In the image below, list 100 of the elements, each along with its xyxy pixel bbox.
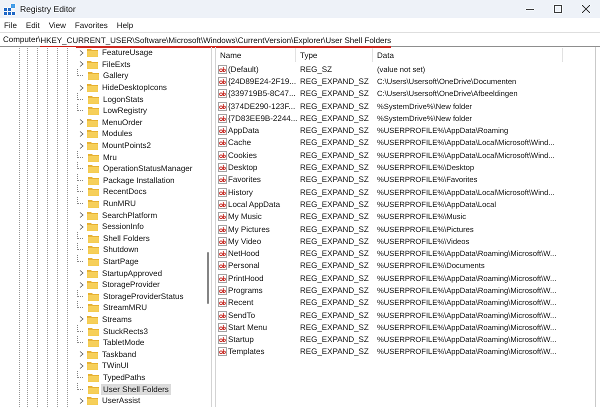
- tree-item[interactable]: FeatureUsage: [100, 47, 155, 58]
- tree-item[interactable]: StorageProviderStatus: [101, 290, 186, 302]
- tree-item[interactable]: FileExts: [100, 58, 132, 70]
- folder-icon: [88, 176, 99, 185]
- table-cell-text: REG_EXPAND_SZ: [299, 274, 370, 283]
- column-header[interactable]: Data: [373, 48, 563, 62]
- menu-item[interactable]: Favorites: [74, 20, 108, 30]
- table-cell: Local AppData: [228, 200, 280, 209]
- table-cell: Favorites: [228, 175, 261, 184]
- tree-item[interactable]: TWinUI: [100, 360, 131, 372]
- table-cell: {24D89E24-2F19...: [228, 76, 296, 86]
- folder-icon: [88, 303, 99, 312]
- chevron-right-icon[interactable]: [77, 351, 85, 358]
- chevron-right-icon[interactable]: [77, 84, 85, 91]
- table-cell-text: REG_SZ: [299, 64, 334, 74]
- tree-item[interactable]: StreamMRU: [101, 302, 150, 314]
- tree-item[interactable]: Shell Folders: [101, 232, 152, 244]
- close-icon[interactable]: [582, 5, 590, 13]
- string-value-icon: [218, 89, 227, 98]
- tree-item[interactable]: Package Installation: [101, 174, 177, 186]
- tree-item[interactable]: TypedPaths: [101, 372, 148, 383]
- string-value-icon: [218, 335, 227, 344]
- tree-item[interactable]: Taskband: [100, 348, 138, 360]
- tree-item[interactable]: OperationStatusManager: [101, 163, 194, 174]
- tree-item[interactable]: RecentDocs: [101, 186, 149, 198]
- folder-icon: [87, 48, 98, 58]
- string-value-icon: [218, 150, 227, 160]
- tree-item[interactable]: StartPage: [101, 256, 141, 267]
- string-value-icon: [218, 138, 227, 148]
- menu-item[interactable]: View: [48, 20, 66, 30]
- string-value-icon: [218, 249, 227, 258]
- chevron-right-icon[interactable]: [77, 50, 85, 56]
- table-cell-text: REG_EXPAND_SZ: [299, 261, 370, 270]
- string-value-icon: [218, 286, 227, 295]
- address-bar[interactable]: Computer\HKEY_CURRENT_USER\Software\Microsoft\Windows\CurrentVersion\Explorer\User Shell Folders: [0, 32, 600, 47]
- folder-icon: [87, 60, 98, 69]
- string-value-icon: [218, 298, 227, 308]
- table-cell-text: REG_EXPAND_SZ: [299, 249, 370, 258]
- string-value-icon: [218, 163, 227, 172]
- chevron-right-icon[interactable]: [77, 224, 85, 230]
- tree-item[interactable]: RunMRU: [101, 198, 138, 210]
- tree-item[interactable]: MountPoints2: [100, 140, 153, 152]
- tree-item[interactable]: Modules: [100, 128, 134, 140]
- chevron-right-icon[interactable]: [77, 282, 85, 288]
- menu-item[interactable]: File: [4, 20, 17, 30]
- tree-item[interactable]: UserAssist: [100, 395, 142, 406]
- folder-icon: [88, 106, 99, 116]
- tree-item[interactable]: StuckRects3: [101, 326, 150, 337]
- chevron-right-icon[interactable]: [77, 316, 85, 322]
- folder-icon: [87, 314, 98, 324]
- tree-item[interactable]: SearchPlatform: [100, 210, 160, 221]
- table-cell-text: REG_EXPAND_SZ: [299, 138, 370, 148]
- tree-item[interactable]: StartupApproved: [100, 268, 164, 279]
- chevron-right-icon[interactable]: [77, 362, 85, 369]
- tree-item[interactable]: TabletMode: [101, 337, 146, 348]
- column-header[interactable]: Name: [216, 48, 296, 62]
- table-cell: Cache: [228, 138, 252, 148]
- tree-item[interactable]: Shutdown: [101, 244, 141, 256]
- table-cell: Cookies: [228, 150, 257, 160]
- table-cell-text: REG_EXPAND_SZ: [299, 298, 370, 308]
- folder-icon: [87, 396, 98, 406]
- chevron-right-icon[interactable]: [77, 142, 85, 149]
- folder-icon: [88, 152, 99, 162]
- table-cell-text: REG_EXPAND_SZ: [299, 76, 370, 86]
- string-value-icon: [218, 310, 227, 320]
- chevron-right-icon[interactable]: [77, 212, 85, 218]
- tree-item[interactable]: LogonStats: [101, 94, 146, 105]
- folder-icon: [87, 83, 98, 92]
- chevron-right-icon[interactable]: [77, 398, 85, 404]
- chevron-right-icon[interactable]: [77, 61, 85, 68]
- maximize-icon[interactable]: [554, 5, 562, 13]
- string-value-icon: [218, 236, 227, 246]
- string-value-icon: [218, 212, 227, 222]
- tree-item[interactable]: Mru: [101, 152, 119, 163]
- string-value-icon: [218, 224, 227, 234]
- tree-item[interactable]: Gallery: [101, 70, 130, 82]
- menu-item[interactable]: Edit: [26, 20, 40, 30]
- tree-item[interactable]: StorageProvider: [100, 279, 162, 290]
- string-value-icon: [218, 126, 227, 136]
- string-value-icon: [218, 274, 227, 283]
- tree-item[interactable]: LowRegistry: [101, 105, 150, 116]
- table-cell: My Pictures: [228, 224, 270, 234]
- table-cell: {339719B5-8C47...: [228, 89, 296, 98]
- column-header[interactable]: Type: [296, 48, 373, 62]
- table-cell-text: REG_EXPAND_SZ: [299, 150, 370, 160]
- scrollbar-thumb[interactable]: [207, 252, 209, 304]
- tree-item[interactable]: User Shell Folders: [101, 384, 171, 395]
- chevron-right-icon[interactable]: [77, 119, 85, 126]
- chevron-right-icon[interactable]: [77, 130, 85, 137]
- tree-item[interactable]: SessionInfo: [100, 221, 146, 232]
- tree-item[interactable]: HideDesktopIcons: [100, 82, 169, 94]
- table-cell-text: REG_EXPAND_SZ: [299, 212, 370, 222]
- chevron-right-icon[interactable]: [77, 270, 85, 276]
- tree-item[interactable]: MenuOrder: [100, 116, 144, 128]
- table-cell-text: REG_EXPAND_SZ: [299, 286, 370, 295]
- menu-item[interactable]: Help: [116, 20, 134, 30]
- tree-item[interactable]: Streams: [100, 314, 134, 325]
- table-cell: Personal: [228, 261, 260, 270]
- string-value-icon: [218, 175, 227, 184]
- folder-icon: [88, 199, 99, 208]
